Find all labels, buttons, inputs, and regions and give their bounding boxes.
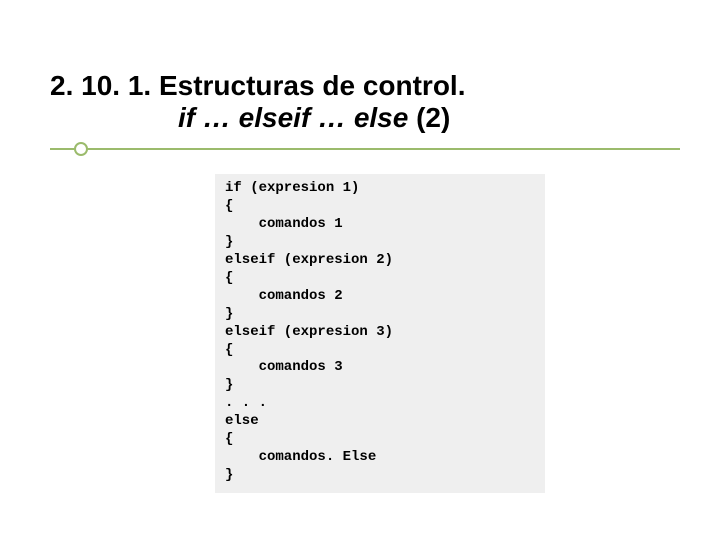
code-line: comandos 3 (225, 359, 343, 375)
code-line: if (expresion 1) (225, 180, 359, 196)
code-line: comandos. Else (225, 449, 376, 465)
code-line: { (225, 342, 233, 358)
code-line: { (225, 431, 233, 447)
rule-line (50, 148, 680, 150)
title-suffix: (2) (408, 102, 450, 133)
code-line: elseif (expresion 2) (225, 252, 393, 268)
title-line-2: if … elseif … else (2) (50, 102, 680, 134)
code-line: } (225, 306, 233, 322)
code-line: . . . (225, 395, 267, 411)
code-line: { (225, 198, 233, 214)
code-line: comandos 2 (225, 288, 343, 304)
slide-title: 2. 10. 1. Estructuras de control. if … e… (50, 70, 680, 134)
slide: 2. 10. 1. Estructuras de control. if … e… (0, 0, 720, 540)
code-line: comandos 1 (225, 216, 343, 232)
code-line: } (225, 234, 233, 250)
code-line: } (225, 377, 233, 393)
rule-bullet-icon (74, 142, 88, 156)
code-line: { (225, 270, 233, 286)
code-block: if (expresion 1) { comandos 1 } elseif (… (215, 174, 545, 492)
code-line: else (225, 413, 259, 429)
code-line: elseif (expresion 3) (225, 324, 393, 340)
title-italic-part: if … elseif … else (178, 102, 408, 133)
title-line-1: 2. 10. 1. Estructuras de control. (50, 70, 680, 102)
code-line: } (225, 467, 233, 483)
title-underline (50, 142, 680, 156)
